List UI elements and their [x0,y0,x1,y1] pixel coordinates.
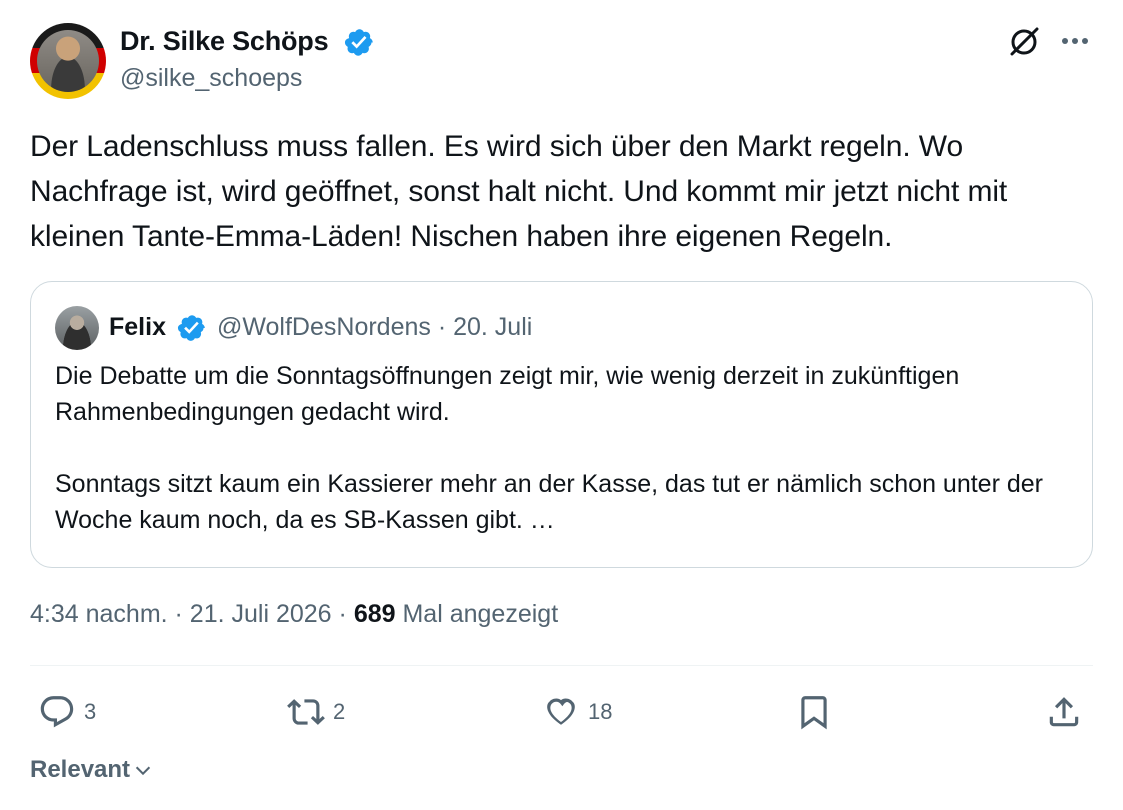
like-icon [547,698,575,725]
verified-badge-icon [177,315,205,341]
quoted-author-avatar [55,306,99,350]
quoted-paragraph: Sonntags sitzt kaum ein Kassierer mehr a… [55,470,1043,534]
like-button[interactable]: 18 [542,692,612,732]
tweet-meta: 4:34 nachm. · 21. Juli 2026 · 689 Mal an… [30,600,558,629]
bookmark-icon [801,696,827,730]
sort-label: Relevant [30,756,131,783]
reply-count: 3 [84,699,97,724]
quoted-tweet[interactable]: Felix @WolfDesNordens · 20. Juli Die Deb… [30,281,1093,568]
reply-button[interactable]: 3 [38,692,96,732]
reply-icon [40,696,74,728]
grok-icon[interactable] [1006,23,1042,59]
bookmark-button[interactable] [795,692,833,732]
divider [30,665,1093,666]
tweet-text: Der Ladenschluss muss fallen. Es wird si… [30,130,1008,253]
view-count: 689 [353,600,396,628]
sort-dropdown[interactable]: Relevant [30,756,154,784]
chevron-down-icon [135,766,151,776]
timestamp[interactable]: 4:34 nachm. · 21. Juli 2026 · [30,600,347,628]
quoted-paragraph: Die Debatte um die Sonntagsöffnungen zei… [55,362,960,426]
quoted-author-name: Felix [109,313,166,341]
share-icon [1049,697,1079,727]
more-icon[interactable] [1058,26,1092,56]
share-button[interactable] [1045,692,1083,732]
like-count: 18 [588,699,613,724]
verified-badge-icon [344,29,373,56]
quoted-handle-date: @WolfDesNordens · 20. Juli [217,313,533,341]
tweet: Dr. Silke Schöps @silke_schoeps Der Lade… [0,0,1123,810]
author-handle[interactable]: @silke_schoeps [120,64,302,93]
repost-count: 2 [333,699,346,724]
author-name[interactable]: Dr. Silke Schöps [120,26,329,57]
repost-icon [287,699,325,725]
quoted-text: Die Debatte um die Sonntagsöffnungen zei… [55,358,1075,538]
author-avatar[interactable] [30,23,106,99]
view-label: Mal angezeigt [402,600,559,628]
repost-button[interactable]: 2 [287,692,345,732]
avatar-photo [37,30,99,92]
